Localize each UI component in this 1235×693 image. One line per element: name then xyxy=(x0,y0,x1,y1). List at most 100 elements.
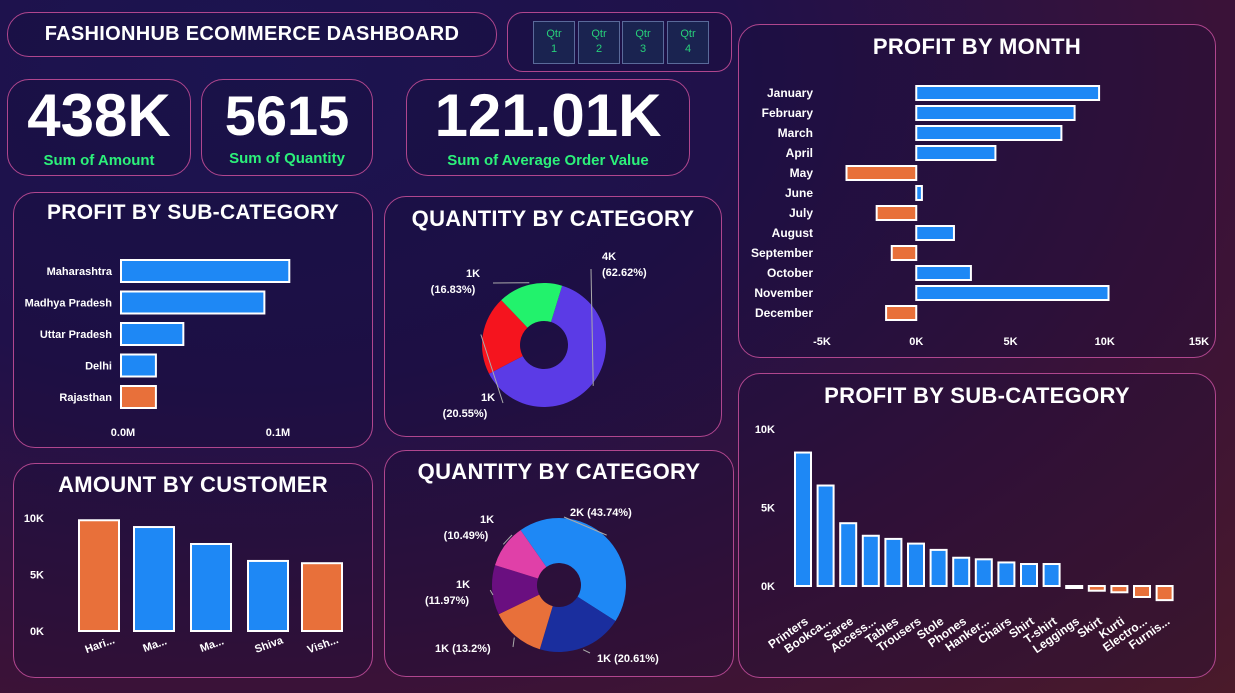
x-tick-label: Hari... xyxy=(84,634,117,656)
slice-label: (16.83%) xyxy=(431,284,476,296)
slice-label: (62.62%) xyxy=(602,267,647,279)
bar xyxy=(78,519,120,632)
kpi-quantity-card: 5615 Sum of Quantity xyxy=(201,79,373,176)
y-tick-label: 5K xyxy=(761,503,775,515)
x-tick-label: 5K xyxy=(1003,336,1017,348)
y-tick-label: Madhya Pradesh xyxy=(25,298,113,310)
bar xyxy=(875,205,918,221)
qtr-4-button[interactable]: Qtr 4 xyxy=(667,21,709,64)
y-tick-label: Rajasthan xyxy=(59,392,112,404)
kpi-aov-label: Sum of Average Order Value xyxy=(447,152,649,169)
y-tick-label: January xyxy=(767,86,813,100)
x-tick-label: Shiva xyxy=(253,634,286,656)
qtr-1-label: Qtr xyxy=(546,28,562,40)
x-tick-label: Ma... xyxy=(141,635,168,655)
bar xyxy=(861,534,880,587)
y-tick-label: July xyxy=(789,206,813,220)
quarter-slicer: Qtr 1 Qtr 2 Qtr 3 Qtr 4 xyxy=(507,12,732,72)
bar xyxy=(1042,563,1061,588)
y-tick-label: June xyxy=(785,186,813,200)
amount-by-customer-chart: 0K 5K 10K Hari... Ma... Ma... Shiva Vish... xyxy=(24,513,343,656)
kpi-aov-card: 121.01K Sum of Average Order Value xyxy=(406,79,690,176)
profit-by-state-chart: Maharashtra Madhya Pradesh Uttar Pradesh De… xyxy=(25,259,291,439)
bar xyxy=(120,385,157,409)
bar xyxy=(1110,585,1129,594)
dashboard-title: FASHIONHUB ECOMMERCE DASHBOARD xyxy=(44,23,460,45)
kpi-quantity-label: Sum of Quantity xyxy=(229,150,345,167)
bar xyxy=(816,484,835,587)
bar xyxy=(794,451,812,587)
qtr-3-button[interactable]: Qtr 3 xyxy=(622,21,664,64)
bar xyxy=(1133,585,1151,598)
slice-label: (20.55%) xyxy=(443,408,488,420)
qtr-1-number: 1 xyxy=(550,43,558,55)
kpi-amount-label: Sum of Amount xyxy=(43,152,155,169)
bar xyxy=(890,245,918,261)
kpi-amount-card: 438K Sum of Amount xyxy=(7,79,191,176)
bar xyxy=(120,353,157,378)
profit-by-state-panel: PROFIT BY SUB-CATEGORY Maharashtra Madhya… xyxy=(13,192,373,448)
slice-label: 1K (20.61%) xyxy=(597,653,659,665)
bar xyxy=(997,561,1016,587)
qtr-2-number: 2 xyxy=(595,43,603,55)
leader-line xyxy=(512,637,515,648)
bar xyxy=(915,145,997,161)
dashboard-title-box: FASHIONHUB ECOMMERCE DASHBOARD xyxy=(7,12,497,57)
y-tick-label: April xyxy=(786,146,813,160)
bar xyxy=(1020,563,1038,588)
y-tick-label: Maharashtra xyxy=(47,266,113,278)
bar xyxy=(120,322,185,346)
quantity-by-category-2-panel: QUANTITY BY CATEGORY 2K (43.74%) 1K (20.6… xyxy=(384,450,734,677)
slice-label: 2K (43.74%) xyxy=(570,507,632,519)
y-tick-label: February xyxy=(762,106,814,120)
y-tick-label: 10K xyxy=(755,424,775,436)
bar xyxy=(915,85,1101,101)
bar xyxy=(301,562,343,632)
bar xyxy=(190,542,232,632)
y-tick-label: 10K xyxy=(24,513,44,525)
qtr-1-button[interactable]: Qtr 1 xyxy=(533,21,575,64)
qtr-4-label: Qtr xyxy=(680,28,696,40)
bar xyxy=(1065,585,1084,589)
y-tick-label: Delhi xyxy=(85,361,112,373)
x-tick-label: 0.0M xyxy=(111,427,135,439)
qtr-3-label: Qtr xyxy=(635,28,651,40)
amount-by-customer-panel: AMOUNT BY CUSTOMER 0K 5K 10K Hari... Ma... Ma… xyxy=(13,463,373,678)
bar xyxy=(915,265,972,281)
leader-line xyxy=(582,649,591,654)
bar xyxy=(885,305,918,321)
y-tick-label: Uttar Pradesh xyxy=(40,329,112,341)
y-tick-label: May xyxy=(790,166,814,180)
profit-by-subcategory-chart: 0K5K10KPrintersBookca...SareeAccess...Ta… xyxy=(755,424,1174,656)
bar xyxy=(845,165,918,181)
qtr-3-number: 3 xyxy=(639,43,647,55)
profit-by-month-chart: January February March April May June July Augu… xyxy=(751,85,1209,348)
bar xyxy=(915,185,923,201)
y-tick-label: 0K xyxy=(30,626,44,638)
x-tick-label: 15K xyxy=(1189,336,1209,348)
bar xyxy=(120,259,291,283)
quantity-by-category-2-chart: 2K (43.74%) 1K (20.61%) 1K (13.2%) 1K (11.97… xyxy=(425,507,659,665)
qtr-2-label: Qtr xyxy=(591,28,607,40)
bar xyxy=(907,542,925,587)
slice-label: (10.49%) xyxy=(444,530,489,542)
bar xyxy=(1087,585,1106,592)
y-tick-label: September xyxy=(751,246,813,260)
qtr-2-button[interactable]: Qtr 2 xyxy=(578,21,620,64)
y-tick-label: 0K xyxy=(761,581,775,593)
slice-label: 4K xyxy=(602,251,616,263)
slice-label: 1K xyxy=(466,268,480,280)
quantity-by-category-1-panel: QUANTITY BY CATEGORY 4K (62.62%) 1K (20.55%… xyxy=(384,196,722,437)
y-tick-label: December xyxy=(755,306,813,320)
bar xyxy=(133,526,175,632)
bar xyxy=(915,105,1076,121)
bar xyxy=(884,537,903,587)
bar xyxy=(1155,585,1174,602)
x-tick-label: Ma... xyxy=(198,635,225,655)
bar xyxy=(952,556,971,588)
slice-label: 1K xyxy=(456,579,470,591)
slice-label: 1K xyxy=(481,392,495,404)
bar xyxy=(915,125,1063,141)
kpi-aov-value: 121.01K xyxy=(434,82,662,149)
x-tick-label: 0.1M xyxy=(266,427,290,439)
